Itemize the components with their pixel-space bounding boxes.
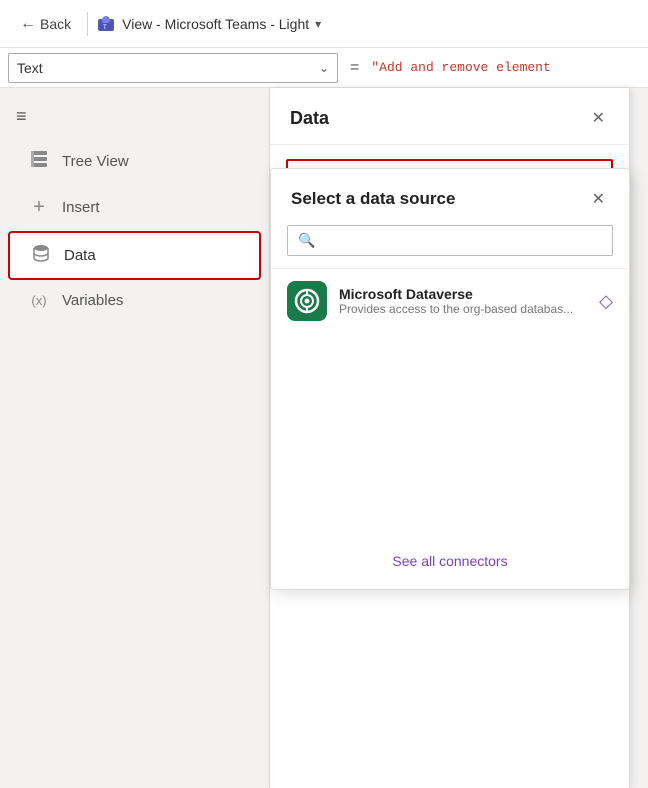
insert-label: Insert xyxy=(62,199,100,216)
dropdown-chevron-icon: ⌄ xyxy=(319,61,329,75)
property-dropdown[interactable]: Text ⌄ xyxy=(8,53,338,83)
datasource-close-button[interactable]: ✕ xyxy=(588,185,609,213)
datasource-panel: Select a data source ✕ 🔍 Microsoft Datav… xyxy=(270,168,630,590)
data-label: Data xyxy=(64,247,96,264)
sidebar-item-data[interactable]: Data xyxy=(8,231,261,280)
sidebar-item-tree-view[interactable]: Tree View xyxy=(8,139,261,184)
dataverse-info: Microsoft Dataverse Provides access to t… xyxy=(339,286,587,316)
variables-label: Variables xyxy=(62,292,123,309)
sidebar-item-insert[interactable]: + Insert xyxy=(8,186,261,229)
sidebar: ≡ Tree View + Insert xyxy=(0,88,270,788)
dataverse-description: Provides access to the org-based databas… xyxy=(339,302,587,316)
back-label: Back xyxy=(40,16,71,32)
see-all-connectors-link[interactable]: See all connectors xyxy=(271,533,629,589)
sidebar-item-variables[interactable]: (x) Variables xyxy=(8,282,261,319)
back-arrow-icon: ← xyxy=(20,15,36,33)
hamburger-menu-button[interactable]: ≡ xyxy=(0,96,269,137)
view-selector[interactable]: T View - Microsoft Teams - Light ▾ xyxy=(96,14,321,34)
data-panel-header: Data ✕ xyxy=(270,88,629,145)
datasource-header: Select a data source ✕ xyxy=(271,169,629,225)
data-panel-title: Data xyxy=(290,108,329,129)
top-bar: ← Back T View - Microsoft Teams - Light … xyxy=(0,0,648,48)
datasource-title: Select a data source xyxy=(291,189,455,209)
see-all-connectors-label: See all connectors xyxy=(392,553,507,569)
tree-view-label: Tree View xyxy=(62,153,129,170)
datasource-search-field[interactable]: 🔍 xyxy=(287,225,613,256)
formula-text: "Add and remove element xyxy=(371,60,640,75)
datasource-item-dataverse[interactable]: Microsoft Dataverse Provides access to t… xyxy=(271,268,629,333)
divider xyxy=(87,12,88,36)
property-dropdown-value: Text xyxy=(17,60,43,76)
dataverse-icon xyxy=(287,281,327,321)
data-icon xyxy=(30,243,52,268)
formula-bar: Text ⌄ = "Add and remove element xyxy=(0,48,648,88)
search-icon: 🔍 xyxy=(298,232,315,249)
teams-icon: T xyxy=(96,14,116,34)
insert-icon: + xyxy=(28,196,50,219)
tree-view-icon xyxy=(28,149,50,174)
svg-text:T: T xyxy=(103,25,107,31)
back-button[interactable]: ← Back xyxy=(12,11,79,37)
variables-icon: (x) xyxy=(28,293,50,308)
view-label-text: View - Microsoft Teams - Light xyxy=(122,16,309,32)
premium-icon: ◇ xyxy=(599,291,613,312)
datasource-search-input[interactable] xyxy=(323,233,602,249)
equals-sign: = xyxy=(346,59,363,77)
view-chevron-icon: ▾ xyxy=(315,17,321,31)
dataverse-name: Microsoft Dataverse xyxy=(339,286,587,302)
data-panel-close-button[interactable]: ✕ xyxy=(588,104,609,132)
main-layout: ≡ Tree View + Insert xyxy=(0,88,648,788)
